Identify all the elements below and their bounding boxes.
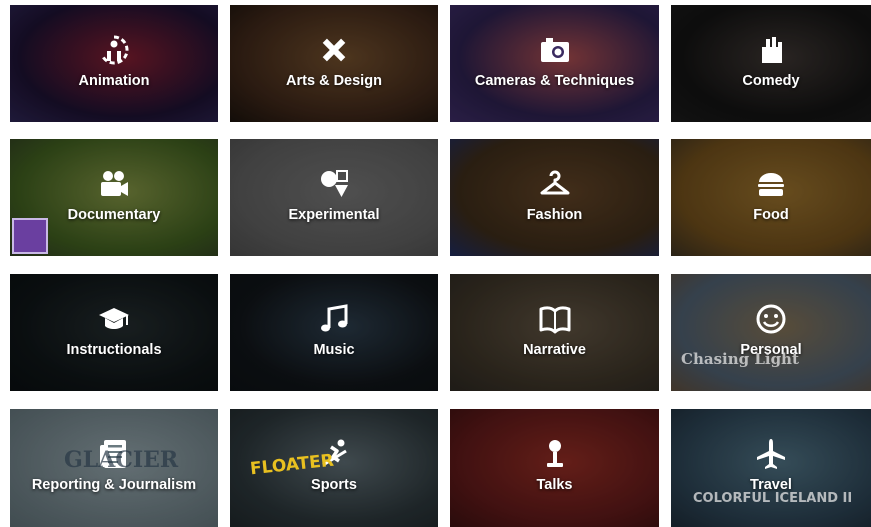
channel-badge xyxy=(12,218,48,254)
category-tile-reporting-journalism[interactable]: Reporting & Journalism GLACIER xyxy=(10,409,218,527)
thumbnail-title-overlay: GLACIER xyxy=(64,447,179,473)
smiley-icon xyxy=(754,302,788,336)
camera-icon xyxy=(538,33,572,67)
video-camera-icon xyxy=(97,167,131,201)
music-note-icon xyxy=(317,302,351,336)
category-label: Cameras & Techniques xyxy=(474,73,635,89)
category-tile-animation[interactable]: Animation xyxy=(10,5,218,122)
animation-icon xyxy=(97,33,131,67)
category-tile-documentary[interactable]: Documentary xyxy=(10,139,218,256)
category-label: Comedy xyxy=(742,73,800,89)
category-tile-food[interactable]: Food xyxy=(671,139,871,256)
category-tile-travel[interactable]: Travel COLORFUL ICELAND II xyxy=(671,409,871,527)
clapping-hand-icon xyxy=(754,33,788,67)
hanger-icon xyxy=(538,167,572,201)
burger-icon xyxy=(754,167,788,201)
shapes-icon xyxy=(317,167,351,201)
category-tile-music[interactable]: Music xyxy=(230,274,438,391)
category-label: Animation xyxy=(78,73,150,89)
category-tile-experimental[interactable]: Experimental xyxy=(230,139,438,256)
category-tile-talks[interactable]: Talks xyxy=(450,409,659,527)
category-tile-personal[interactable]: Personal Chasing Light xyxy=(671,274,871,391)
thumbnail-title-overlay: Chasing Light xyxy=(681,350,799,368)
category-tile-arts-design[interactable]: Arts & Design xyxy=(230,5,438,122)
category-tile-comedy[interactable]: Comedy xyxy=(671,5,871,122)
category-label: Arts & Design xyxy=(286,73,382,89)
category-label: Experimental xyxy=(288,207,380,223)
pencil-ruler-icon xyxy=(317,33,351,67)
thumbnail-title-overlay: COLORFUL ICELAND II xyxy=(693,491,853,506)
microphone-icon xyxy=(538,437,572,471)
category-label: Reporting & Journalism xyxy=(31,477,197,493)
category-tile-narrative[interactable]: Narrative xyxy=(450,274,659,391)
category-label: Instructionals xyxy=(66,342,162,358)
category-label: Sports xyxy=(311,477,357,493)
category-label: Music xyxy=(313,342,355,358)
category-grid: Animation Arts & Design Cameras & Techniqu… xyxy=(0,0,871,527)
category-label: Talks xyxy=(536,477,573,493)
category-label: Fashion xyxy=(526,207,583,223)
category-tile-instructionals[interactable]: Instructionals xyxy=(10,274,218,391)
book-icon xyxy=(538,302,572,336)
category-label: Narrative xyxy=(523,342,586,358)
airplane-icon xyxy=(754,437,788,471)
graduation-cap-icon xyxy=(97,302,131,336)
category-label: Food xyxy=(753,207,789,223)
category-tile-fashion[interactable]: Fashion xyxy=(450,139,659,256)
category-tile-cameras-techniques[interactable]: Cameras & Techniques xyxy=(450,5,659,122)
category-tile-sports[interactable]: Sports FLOATER xyxy=(230,409,438,527)
